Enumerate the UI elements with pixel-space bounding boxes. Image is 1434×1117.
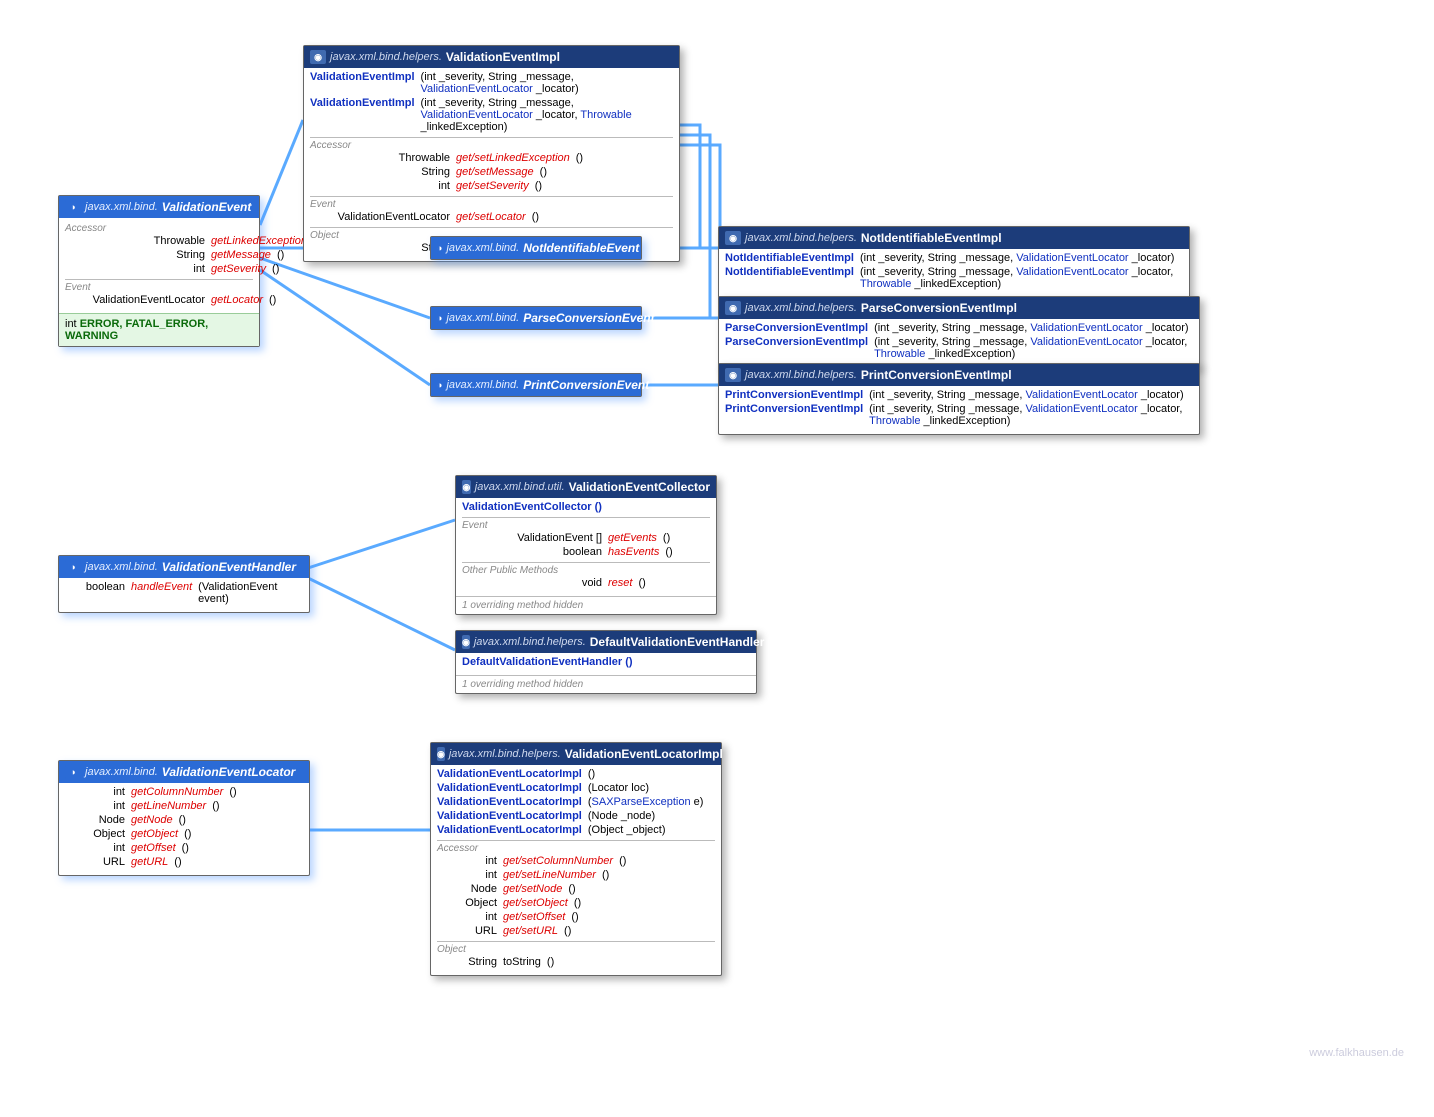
method-row: NodegetNode() (65, 813, 303, 827)
interface-icon: ◑ (65, 765, 81, 779)
constructor-row: ValidationEventLocatorImpl (SAXParseExce… (437, 795, 715, 809)
method-row: intget/setSeverity() (310, 179, 673, 193)
interface-icon: ◑ (437, 241, 442, 255)
class-icon: ◉ (725, 301, 741, 315)
class-PrintConversionEvent: ◑javax.xml.bind.PrintConversionEvent (430, 373, 642, 397)
constructor-row: ValidationEventImpl (int _severity, Stri… (310, 70, 673, 96)
constants-row: int ERROR, FATAL_ERROR, WARNING (59, 313, 259, 346)
section-event: Event (65, 279, 253, 293)
constructor-row: ParseConversionEventImpl (int _severity,… (725, 321, 1193, 335)
class-icon: ◉ (725, 231, 741, 245)
method-row: ObjectgetObject() (65, 827, 303, 841)
method-row: URLget/setURL() (437, 924, 715, 938)
method-row: intgetColumnNumber() (65, 785, 303, 799)
interface-icon: ◑ (65, 560, 81, 574)
constructor-row: ValidationEventLocatorImpl () (437, 767, 715, 781)
class-ParseConversionEventImpl: ◉javax.xml.bind.helpers.ParseConversionE… (718, 296, 1200, 368)
constructor-row: ValidationEventLocatorImpl (Locator loc) (437, 781, 715, 795)
method-row: intgetOffset() (65, 841, 303, 855)
method-row: Throwableget/setLinkedException() (310, 151, 673, 165)
section-accessor: Accessor (65, 221, 253, 234)
class-NotIdentifiableEventImpl: ◉javax.xml.bind.helpers.NotIdentifiableE… (718, 226, 1190, 298)
class-ValidationEventImpl: ◉javax.xml.bind.helpers.ValidationEventI… (303, 45, 680, 262)
interface-icon: ◑ (437, 378, 442, 392)
class-icon: ◉ (462, 480, 471, 494)
constructor-row: ParseConversionEventImpl (int _severity,… (725, 335, 1193, 361)
class-ValidationEventLocatorImpl: ◉javax.xml.bind.helpers.ValidationEventL… (430, 742, 722, 976)
class-icon: ◉ (310, 50, 326, 64)
method-row: intget/setOffset() (437, 910, 715, 924)
class-PrintConversionEventImpl: ◉javax.xml.bind.helpers.PrintConversionE… (718, 363, 1200, 435)
class-ValidationEventLocator: ◑javax.xml.bind.ValidationEventLocator i… (58, 760, 310, 876)
method-row: intgetLineNumber() (65, 799, 303, 813)
class-icon: ◉ (437, 747, 445, 761)
class-DefaultValidationEventHandler: ◉javax.xml.bind.helpers.DefaultValidatio… (455, 630, 757, 694)
method-row: Nodeget/setNode() (437, 882, 715, 896)
class-ParseConversionEvent: ◑javax.xml.bind.ParseConversionEvent (430, 306, 642, 330)
method-row: StringtoString() (437, 955, 715, 969)
section-accessor: Accessor (310, 137, 673, 151)
method-row: ValidationEvent []getEvents() (462, 531, 710, 545)
method-row: Objectget/setObject() (437, 896, 715, 910)
method-row: ThrowablegetLinkedException() (65, 234, 253, 248)
constructor-row: ValidationEventImpl (int _severity, Stri… (310, 96, 673, 134)
class-ValidationEvent: ◑javax.xml.bind.ValidationEvent Accessor… (58, 195, 260, 347)
method-row: voidreset() (462, 576, 710, 590)
method-row: StringgetMessage() (65, 248, 253, 262)
method-row: URLgetURL() (65, 855, 303, 869)
method-row: booleanhasEvents() (462, 545, 710, 559)
method-row: booleanhandleEvent(ValidationEvent event… (65, 580, 303, 606)
interface-icon: ◑ (437, 311, 442, 325)
class-ValidationEventCollector: ◉javax.xml.bind.util.ValidationEventColl… (455, 475, 717, 615)
method-row: ValidationEventLocatorget/setLocator() (310, 210, 673, 224)
constructor-row: ValidationEventLocatorImpl (Object _obje… (437, 823, 715, 837)
constructor-row: ValidationEventLocatorImpl (Node _node) (437, 809, 715, 823)
method-row: intget/setColumnNumber() (437, 854, 715, 868)
constructor-row: NotIdentifiableEventImpl (int _severity,… (725, 265, 1183, 291)
class-icon: ◉ (462, 635, 470, 649)
section-event: Event (310, 196, 673, 210)
constructor-row: PrintConversionEventImpl (int _severity,… (725, 402, 1193, 428)
class-ValidationEventHandler: ◑javax.xml.bind.ValidationEventHandler b… (58, 555, 310, 613)
watermark: www.falkhausen.de (1309, 1047, 1404, 1059)
class-NotIdentifiableEvent: ◑javax.xml.bind.NotIdentifiableEvent (430, 236, 642, 260)
method-row: intgetSeverity() (65, 262, 253, 276)
method-row: Stringget/setMessage() (310, 165, 673, 179)
constructor-row: PrintConversionEventImpl (int _severity,… (725, 388, 1193, 402)
method-row: intget/setLineNumber() (437, 868, 715, 882)
class-icon: ◉ (725, 368, 741, 382)
constructor-row: NotIdentifiableEventImpl (int _severity,… (725, 251, 1183, 265)
method-row: ValidationEventLocatorgetLocator() (65, 293, 253, 307)
interface-icon: ◑ (65, 200, 81, 214)
